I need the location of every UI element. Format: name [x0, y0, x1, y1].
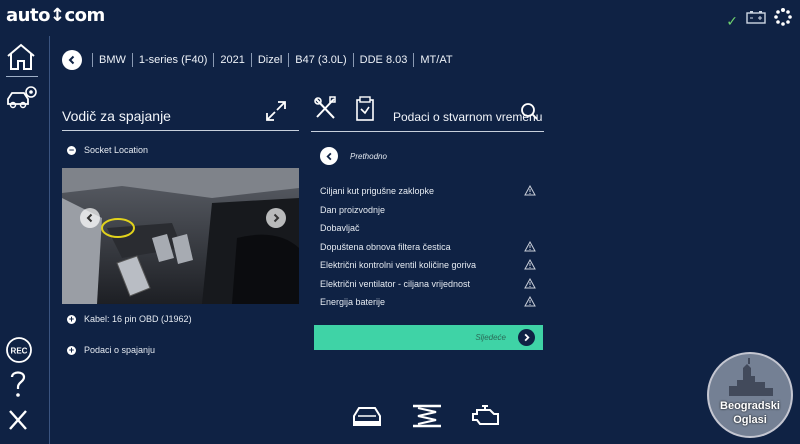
vehicle-year: 2021: [213, 53, 250, 67]
list-item[interactable]: Ciljani kut prigušne zaklopke: [320, 182, 540, 201]
app-logo: auto↕com: [6, 5, 105, 26]
engine-icon: [472, 405, 499, 425]
expand-button[interactable]: [265, 100, 287, 127]
question-icon: [10, 371, 26, 397]
warning-icon: [524, 277, 536, 291]
photo-next-button[interactable]: [266, 208, 286, 228]
document-button[interactable]: [355, 96, 375, 127]
watermark-line1: Beogradski: [720, 400, 780, 412]
previous-button[interactable]: Prethodno: [320, 147, 387, 165]
param-label: Dobavljač: [320, 223, 360, 234]
vehicle-settings-button[interactable]: [5, 84, 39, 112]
loading-spinner-icon: [774, 8, 792, 31]
chevron-left-icon: [86, 213, 93, 223]
vehicle-fuel: Dizel: [250, 53, 288, 67]
vehicle-model: 1-series (F40): [131, 53, 213, 67]
chevron-left-circle: [320, 147, 338, 165]
car-gear-icon: [7, 86, 37, 109]
param-label: Energija baterije: [320, 297, 386, 308]
next-label: Sljedeće: [475, 333, 506, 342]
warning-icon: [524, 295, 536, 309]
list-item[interactable]: Električni ventilator - ciljana vrijedno…: [320, 275, 540, 294]
chevron-right-icon: [273, 213, 280, 223]
close-icon: [9, 410, 27, 430]
rec-label: REC: [11, 347, 28, 356]
battery-icon: [746, 10, 766, 29]
search-button[interactable]: [519, 102, 539, 127]
chevron-right-icon: [518, 329, 535, 346]
vehicle-make: BMW: [92, 53, 132, 67]
kabel-toggle[interactable]: + Kabel: 16 pin OBD (J1962): [62, 314, 192, 324]
chevron-left-icon: [325, 152, 331, 160]
connection-guide-panel: Vodič za spajanje − Socket Location: [62, 96, 299, 155]
list-item[interactable]: Dobavljač: [320, 219, 540, 238]
sidebar: REC: [0, 36, 50, 444]
collapse-icon: −: [67, 144, 76, 155]
param-label: Električni kontrolni ventil količine gor…: [320, 260, 477, 271]
list-item[interactable]: Električni kontrolni ventil količine gor…: [320, 256, 540, 275]
kabel-label: Kabel: 16 pin OBD (J1962): [84, 314, 192, 324]
document-icon: [356, 96, 374, 121]
engine-button[interactable]: [470, 402, 504, 435]
connection-data-toggle[interactable]: + Podaci o spajanju: [62, 345, 155, 355]
connection-guide-title: Vodič za spajanje: [62, 96, 299, 131]
socket-location-toggle[interactable]: − Socket Location: [62, 145, 299, 155]
watermark-line2: Oglasi: [733, 414, 767, 426]
socket-location-photo: [62, 168, 299, 304]
record-button[interactable]: REC: [5, 336, 33, 364]
search-icon: [521, 103, 538, 120]
tools-button[interactable]: [313, 96, 337, 127]
back-button[interactable]: [62, 50, 82, 70]
suspension-button[interactable]: [410, 402, 444, 435]
previous-label: Prethodno: [350, 151, 387, 161]
sidebar-divider: [6, 76, 38, 77]
close-button[interactable]: [5, 408, 31, 432]
list-item[interactable]: Energija baterije: [320, 293, 540, 312]
expand-plus-icon: +: [67, 344, 76, 355]
wrench-screwdriver-icon: [314, 96, 336, 119]
chevron-left-icon: [68, 55, 75, 65]
warning-icon: [524, 258, 536, 272]
next-button[interactable]: Sljedeće: [314, 325, 543, 350]
warning-icon: [524, 240, 536, 254]
param-label: Dopuštena obnova filtera čestica: [320, 241, 451, 252]
vehicle-ecu: DDE 8.03: [352, 53, 414, 67]
list-item[interactable]: Dopuštena obnova filtera čestica: [320, 238, 540, 257]
car-diagnostic-button[interactable]: [350, 402, 384, 435]
socket-location-label: Socket Location: [84, 145, 149, 155]
connected-check-icon: ✓: [726, 13, 738, 29]
param-label: Ciljani kut prigušne zaklopke: [320, 186, 435, 197]
status-area: ✓: [726, 8, 792, 31]
vehicle-transmission: MT/AT: [413, 53, 458, 67]
vehicle-engine: B47 (3.0L): [288, 53, 352, 67]
live-data-divider: [311, 131, 544, 132]
param-label: Električni ventilator - ciljana vrijedno…: [320, 278, 471, 289]
bottom-toolbar: [350, 402, 504, 435]
watermark-logo: Beogradski Oglasi: [707, 352, 793, 438]
home-button[interactable]: [5, 42, 37, 72]
warning-icon: [524, 184, 536, 198]
parameter-list: Ciljani kut prigušne zaklopke Dan proizv…: [320, 182, 540, 312]
param-label: Dan proizvodnje: [320, 204, 386, 215]
vehicle-breadcrumb: BMW 1-series (F40) 2021 Dizel B47 (3.0L)…: [62, 48, 459, 72]
photo-prev-button[interactable]: [80, 208, 100, 228]
expand-plus-icon: +: [67, 313, 76, 324]
connection-data-label: Podaci o spajanju: [84, 345, 156, 355]
home-icon: [7, 43, 35, 70]
expand-icon: [266, 101, 286, 121]
top-bar: auto↕com ✓: [0, 0, 800, 36]
help-button[interactable]: [5, 368, 31, 398]
suspension-icon: [413, 404, 441, 428]
car-front-icon: [353, 407, 381, 426]
list-item[interactable]: Dan proizvodnje: [320, 201, 540, 220]
